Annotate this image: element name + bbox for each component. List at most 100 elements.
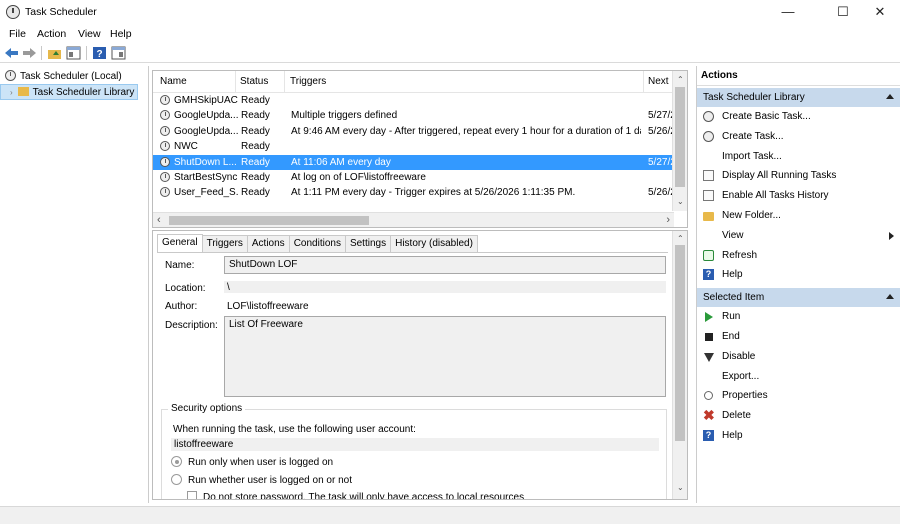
tree-item-library[interactable]: › Task Scheduler Library [0,84,138,100]
task-name: ShutDown L... [174,156,237,168]
column-divider[interactable] [284,71,285,93]
collapse-icon[interactable] [886,94,894,99]
task-list-vertical-scrollbar[interactable]: ⌃ ⌄ [672,71,687,211]
details-vertical-scrollbar[interactable]: ⌃ ⌄ [672,231,687,499]
back-arrow-icon[interactable] [4,46,19,60]
task-next-run: 5/27/2 [648,110,673,122]
collapse-icon[interactable] [886,294,894,300]
section-selected-item[interactable]: Selected Item [697,288,900,308]
running-tasks-icon [703,170,714,182]
section-task-scheduler-library[interactable]: Task Scheduler Library [697,88,900,107]
task-list-horizontal-scrollbar[interactable]: ‹ › [153,212,674,227]
action-label: Refresh [722,249,758,261]
action-enable-all-tasks-history[interactable]: Enable All Tasks History [697,186,900,206]
action-run[interactable]: Run [697,307,900,327]
action-view[interactable]: View [697,226,900,246]
action-create-basic-task[interactable]: Create Basic Task... [697,107,900,127]
task-name-cell: GMHSkipUAC [160,93,238,108]
task-name: NWC [174,141,198,153]
action-display-all-running-tasks[interactable]: Display All Running Tasks [697,166,900,186]
table-row[interactable]: ShutDown L... Ready At 11:06 AM every day 5… [153,154,687,170]
menu-help[interactable]: Help [110,28,132,40]
chevron-right-icon[interactable]: › [10,88,13,97]
table-row[interactable]: GoogleUpda... Ready Multiple triggers defi… [153,108,687,123]
action-label: Disable [722,350,756,362]
task-name: GoogleUpda... [174,125,238,137]
forward-arrow-icon[interactable] [22,46,37,60]
refresh-icon [703,249,714,261]
minimize-button[interactable]: — [765,0,811,24]
task-clock-icon [160,171,170,182]
action-help[interactable]: ? Help [697,265,900,285]
column-header-triggers[interactable]: Triggers [290,71,326,93]
security-options-title: Security options [168,403,246,414]
scroll-thumb[interactable] [169,216,369,225]
action-label: Create Task... [722,130,784,142]
table-row[interactable]: GMHSkipUAC Ready [153,93,687,108]
column-header-next-run[interactable]: Next R [648,71,673,93]
task-status: Ready [241,125,270,137]
show-hide-tree-icon[interactable] [66,46,81,60]
table-row[interactable]: GoogleUpda... Ready At 9:46 AM every day -… [153,124,687,139]
name-field[interactable]: ShutDown LOF [224,256,666,274]
tree-item-root[interactable]: Task Scheduler (Local) [0,69,148,84]
radio-run-only-logged-on[interactable]: Run only when user is logged on [171,456,333,468]
action-label: End [722,330,740,342]
action-label: Properties [722,390,768,402]
scroll-down-icon[interactable]: ⌄ [677,197,684,206]
scroll-left-icon[interactable]: ‹ [157,214,161,226]
menu-file[interactable]: File [9,28,26,40]
scroll-thumb[interactable] [675,245,685,441]
action-import-task[interactable]: Import Task... [697,147,900,167]
author-label: Author: [165,301,198,312]
tab-settings[interactable]: Settings [344,235,392,252]
column-header-status[interactable]: Status [240,71,268,93]
table-row[interactable]: StartBestSync Ready At log on of LOF\listo… [153,170,687,185]
tab-actions[interactable]: Actions [246,235,290,252]
up-folder-icon[interactable] [47,46,62,60]
task-next-run: 5/27/2 [648,156,673,168]
radio-run-whether-logged-on[interactable]: Run whether user is logged on or not [171,474,352,486]
column-divider[interactable] [643,71,644,93]
scroll-right-icon[interactable]: › [666,214,670,226]
table-row[interactable]: User_Feed_S... Ready At 1:11 PM every day … [153,185,687,200]
menu-view[interactable]: View [78,28,101,40]
action-create-task[interactable]: Create Task... [697,127,900,147]
table-row[interactable]: NWC Ready [153,139,687,154]
action-export[interactable]: Export... [697,367,900,387]
checkbox-icon[interactable] [187,491,197,499]
column-header-name[interactable]: Name [160,71,187,93]
scroll-up-icon[interactable]: ⌃ [677,75,684,84]
action-disable[interactable]: Disable [697,347,900,367]
radio-checked-icon[interactable] [171,456,182,467]
scroll-thumb[interactable] [675,87,685,187]
checkbox-do-not-store-password[interactable]: Do not store password. The task will onl… [187,491,524,499]
radio-unchecked-icon[interactable] [171,474,182,485]
action-refresh[interactable]: Refresh [697,246,900,266]
action-label: Import Task... [722,150,782,162]
description-field[interactable]: List Of Freeware [224,316,666,397]
action-label: Help [722,429,743,441]
menu-action[interactable]: Action [37,28,66,40]
location-field: \ [224,281,666,293]
library-actions-list: Create Basic Task... Create Task... Import… [697,107,900,285]
action-delete[interactable]: ✖ Delete [697,406,900,426]
tab-triggers[interactable]: Triggers [201,235,248,252]
column-divider[interactable] [235,71,236,93]
scroll-down-icon[interactable]: ⌄ [677,483,684,492]
show-hide-action-pane-icon[interactable] [111,46,126,60]
tab-conditions[interactable]: Conditions [288,235,346,252]
task-name: User_Feed_S... [174,187,238,199]
help-icon[interactable]: ? [92,46,107,60]
close-button[interactable]: ✕ [857,0,900,24]
tab-general[interactable]: General [157,234,203,252]
tab-history[interactable]: History (disabled) [390,235,478,252]
tab-underline [157,252,668,253]
task-triggers: At 9:46 AM every day - After triggered, … [291,125,641,137]
delete-icon: ✖ [703,407,715,424]
action-end[interactable]: End [697,327,900,347]
action-properties[interactable]: Properties [697,386,900,406]
scroll-up-icon[interactable]: ⌃ [677,234,684,243]
action-new-folder[interactable]: New Folder... [697,206,900,226]
action-help[interactable]: ? Help [697,426,900,446]
